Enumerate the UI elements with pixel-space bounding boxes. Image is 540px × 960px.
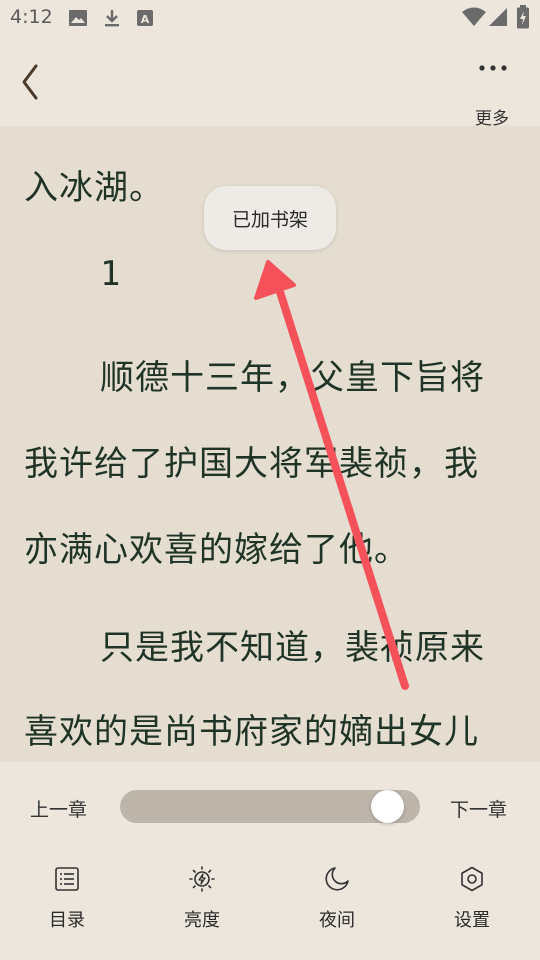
prev-chapter-button[interactable]: 上一章: [30, 795, 87, 822]
text-line: 顺德十三年，父皇下旨将: [100, 358, 485, 398]
chapter-number: 1: [100, 254, 121, 294]
download-icon: [105, 10, 119, 27]
more-dots-icon: [479, 65, 507, 71]
nav-item-settings[interactable]: 设置: [432, 866, 512, 936]
brightness-icon: [189, 866, 215, 892]
toast-message: 已加书架: [204, 186, 336, 250]
more-button[interactable]: 更多: [462, 54, 522, 129]
slider-thumb[interactable]: [370, 790, 404, 823]
status-bar: 4:12 A: [0, 0, 540, 36]
text-line: 我许给了护国大将军裴祯，我: [24, 444, 479, 484]
text-line: 亦满心欢喜的嫁给了他。: [24, 530, 409, 570]
settings-hexagon-icon: [461, 866, 483, 892]
nav-label: 亮度: [184, 910, 220, 931]
status-time: 4:12: [10, 6, 53, 28]
nav-label: 设置: [454, 910, 490, 931]
text-line: 喜欢的是尚书府家的嫡出女儿: [24, 712, 479, 752]
chevron-left-icon: [22, 64, 38, 100]
top-bar: 更多: [0, 36, 540, 129]
signal-icon: [489, 8, 507, 26]
bottom-panel: 上一章 下一章 目录 亮度 夜间 设置: [0, 762, 540, 960]
back-button[interactable]: [12, 60, 52, 104]
next-chapter-button[interactable]: 下一章: [450, 795, 507, 822]
list-icon: [55, 867, 79, 891]
text-line: 只是我不知道，裴祯原来: [100, 628, 485, 668]
nav-label: 夜间: [319, 910, 355, 931]
nav-label: 目录: [49, 910, 85, 931]
nav-item-brightness[interactable]: 亮度: [162, 866, 242, 936]
text-line: 入冰湖。: [24, 168, 164, 208]
battery-icon: [517, 5, 529, 29]
wifi-icon: [462, 7, 486, 26]
text-a-icon: A: [137, 10, 153, 26]
moon-icon: [325, 867, 349, 891]
nav-item-night-mode[interactable]: 夜间: [297, 866, 377, 936]
image-icon: [69, 10, 87, 26]
nav-item-catalog[interactable]: 目录: [27, 866, 107, 936]
svg-text:A: A: [141, 13, 150, 26]
